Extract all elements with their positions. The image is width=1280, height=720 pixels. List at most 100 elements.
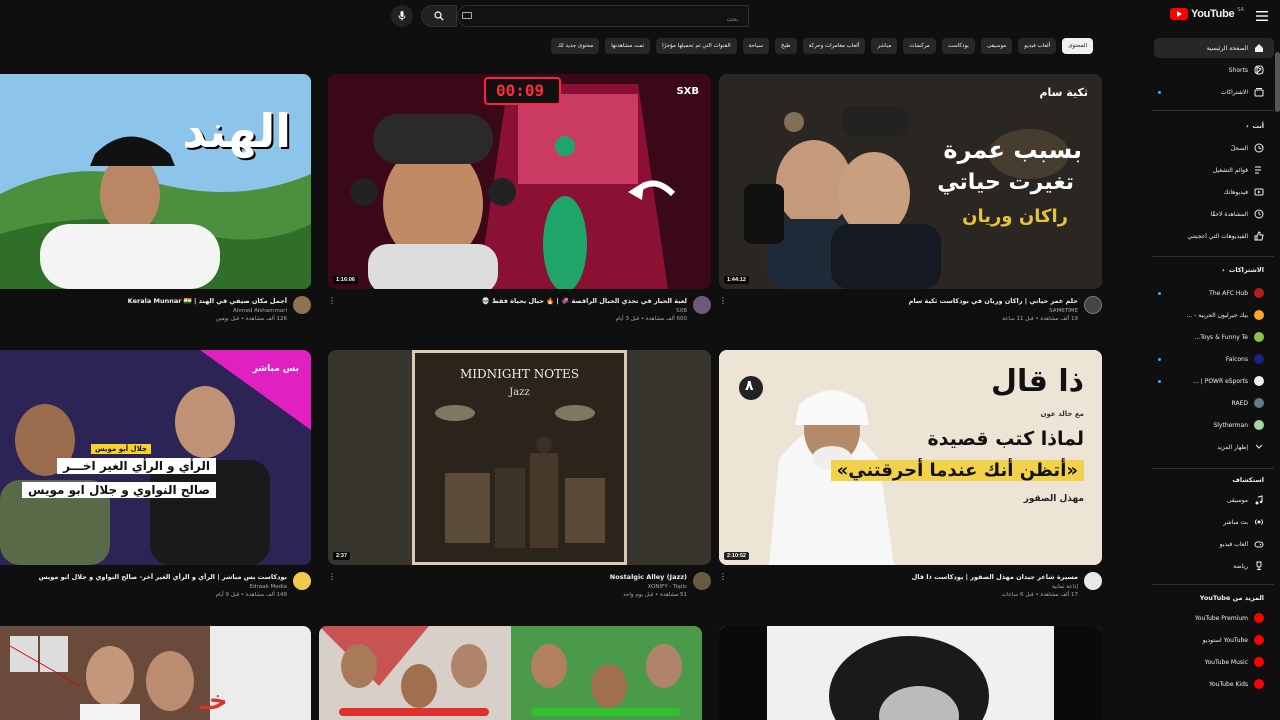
thumb-line-1: الرأي و الرأي الغير اخـــر [57, 458, 216, 474]
sidebar-scrollbar[interactable] [1275, 52, 1280, 112]
search-button[interactable] [421, 5, 457, 27]
video-duration: 1:44:12 [724, 276, 749, 284]
sidebar-item-subscription[interactable]: Toys & Funny Te... [1154, 327, 1274, 347]
thumbnail-group-illustration [319, 626, 702, 720]
video-thumbnail[interactable]: بسبب عمرة تغيرت حياتي راكان وريان ثكية س… [719, 74, 1102, 289]
more-actions-icon[interactable]: ⋮ [328, 296, 336, 305]
section-more-from-youtube[interactable]: المزيد من YouTube [1200, 594, 1264, 602]
voice-search-button[interactable] [391, 5, 413, 27]
sidebar-item-youtube-product[interactable]: YouTube Kids [1154, 674, 1274, 694]
sidebar-item-subscription[interactable]: Falcons [1154, 349, 1274, 369]
sidebar-item-playlist[interactable]: قوائم التشغيل [1154, 160, 1274, 180]
sidebar-item-youtube-product[interactable]: YouTube Premium [1154, 608, 1274, 628]
video-thumbnail[interactable]: خـ [0, 626, 311, 720]
filter-chip[interactable]: محتوى جديد لك [551, 38, 600, 54]
watch-later-icon [1254, 209, 1264, 219]
video-card[interactable]: MIDNIGHT NOTES Jazz 2:37 Nostalgic Alley… [328, 350, 711, 610]
channel-name[interactable]: SXB [337, 308, 687, 314]
more-actions-icon[interactable]: ⋮ [719, 572, 727, 581]
section-explore[interactable]: استكشاف [1232, 476, 1264, 484]
channel-avatar[interactable] [293, 572, 311, 590]
channel-name[interactable]: إذاعة ثمانية [728, 584, 1078, 590]
video-thumbnail[interactable]: الهند [0, 74, 311, 289]
sidebar-item-subscription[interactable]: POWR eSports | … [1154, 371, 1274, 391]
channel-avatar [1254, 354, 1264, 364]
filter-chip[interactable]: ألعاب مغامرات وحركة [802, 38, 866, 54]
video-title[interactable]: بودكاست بس مباشر | الرأي و الرأي الغير آ… [7, 573, 287, 581]
sidebar-item-subscriptions[interactable]: الاشتراكات [1154, 82, 1274, 102]
video-thumbnail[interactable] [319, 626, 702, 720]
sidebar-item-gaming[interactable]: ألعاب فيديو [1154, 534, 1274, 554]
video-card[interactable]: بس مباشر جلال أبو مويس الرأي و الرأي الغ… [0, 350, 311, 610]
channel-avatar[interactable] [693, 296, 711, 314]
video-title[interactable]: حلم عمر حياتي | راكان وريان في بودكاست ث… [728, 297, 1078, 305]
thumb-timer: 00:09 [496, 81, 545, 100]
filter-chip[interactable]: مباشر [871, 38, 898, 54]
sidebar-item-your-videos[interactable]: فيديوهاتك [1154, 182, 1274, 202]
filter-chip[interactable]: طبخ [774, 38, 797, 54]
sidebar-item-youtube-product[interactable]: YouTube Music [1154, 652, 1274, 672]
guide-menu-button[interactable] [1250, 4, 1274, 28]
microphone-icon [398, 11, 406, 21]
sidebar-item-subscription[interactable]: بيك جيرليون الحربية - … [1154, 305, 1274, 325]
channel-name[interactable]: SAM6TIME [728, 308, 1078, 314]
search-icon [434, 11, 444, 21]
video-thumbnail[interactable] [719, 626, 1102, 720]
sidebar-item-home[interactable]: الصفحة الرئيسية [1154, 38, 1274, 58]
filter-chip[interactable]: مركسات [903, 38, 936, 54]
sidebar-item-like[interactable]: الفيديوهات التي أعجبتني [1154, 226, 1274, 246]
video-card[interactable]: بسبب عمرة تغيرت حياتي راكان وريان ثكية س… [719, 74, 1102, 334]
show-more-button[interactable]: إظهار المزيد [1154, 437, 1274, 457]
sidebar-item-sports[interactable]: رياضة [1154, 556, 1274, 576]
filter-chip[interactable]: المحتوى [1062, 38, 1093, 54]
channel-avatar [1254, 420, 1264, 430]
channel-avatar[interactable] [1084, 572, 1102, 590]
video-thumbnail[interactable]: بس مباشر جلال أبو مويس الرأي و الرأي الغ… [0, 350, 311, 565]
sidebar-item-subscription[interactable]: Slytherman [1154, 415, 1274, 435]
channel-avatar[interactable] [693, 572, 711, 590]
video-card[interactable] [719, 626, 1102, 720]
channel-avatar[interactable] [1084, 296, 1102, 314]
video-card[interactable]: ٨ ذا قال مع خالد عون لماذا كتب قصيدة «أت… [719, 350, 1102, 610]
video-card[interactable]: خـ [0, 626, 311, 720]
video-thumbnail[interactable]: 00:09 SXB 1:16:06 [328, 74, 711, 289]
channel-name[interactable]: Edraak Media [7, 584, 287, 590]
sidebar-item-label: Toys & Funny Te... [1194, 333, 1248, 341]
video-thumbnail[interactable]: ٨ ذا قال مع خالد عون لماذا كتب قصيدة «أت… [719, 350, 1102, 565]
video-meta: بودكاست بس مباشر | الرأي و الرأي الغير آ… [7, 573, 287, 598]
video-title[interactable]: مسيرة شاعر جيدان مهذل الصقور | بودكاست ذ… [728, 573, 1078, 581]
chevron-icon: › [1245, 122, 1249, 130]
sidebar-item-live[interactable]: بث مباشر [1154, 512, 1274, 532]
channel-name[interactable]: XONIFY - Topic [337, 584, 687, 590]
more-actions-icon[interactable]: ⋮ [328, 572, 336, 581]
channel-avatar[interactable] [293, 296, 311, 314]
sidebar-item-watch-later[interactable]: المشاهدة لاحقًا [1154, 204, 1274, 224]
sidebar-item-shorts[interactable]: Shorts [1154, 60, 1274, 80]
video-title[interactable]: لعبة الحبار في تحدي الحبال الراقصة 🦑 | 🔥… [337, 297, 687, 305]
section-subscriptions[interactable]: الاشتراكات › [1222, 266, 1264, 274]
filter-chip[interactable]: ألعاب فيديو [1018, 38, 1057, 54]
filter-chip[interactable]: بودكاست [941, 38, 975, 54]
more-actions-icon[interactable]: ⋮ [719, 296, 727, 305]
sidebar-item-youtube-product[interactable]: YouTube استوديو [1154, 630, 1274, 650]
video-card[interactable] [319, 626, 702, 720]
sidebar-item-music[interactable]: موسيقى [1154, 490, 1274, 510]
youtube-logo[interactable]: YouTube SA [1169, 7, 1244, 20]
channel-name[interactable]: Ahmed Alshammari [7, 308, 287, 314]
search-input[interactable] [458, 9, 748, 30]
filter-chip[interactable]: موسيقى [980, 38, 1013, 54]
video-card[interactable]: الهند أجمل مكان صيفي في الهند | Kerala M… [0, 74, 311, 334]
video-card[interactable]: 00:09 SXB 1:16:06 لعبة الحبار في تحدي ال… [328, 74, 711, 334]
video-title[interactable]: Nostalgic Alley (Jazz) [337, 573, 687, 581]
sidebar-item-subscription[interactable]: RAED [1154, 393, 1274, 413]
filter-chip[interactable]: سياحة [742, 38, 769, 54]
thumb-name: راكان وريان [962, 206, 1068, 227]
filter-chip[interactable]: القنوات التي تم تحميلها مؤخرًا [656, 38, 737, 54]
video-thumbnail[interactable]: MIDNIGHT NOTES Jazz 2:37 [328, 350, 711, 565]
keyboard-icon[interactable] [462, 12, 472, 19]
filter-chip[interactable]: تمت مشاهدتها [605, 38, 651, 54]
section-you[interactable]: أنت › [1246, 122, 1264, 130]
video-title[interactable]: أجمل مكان صيفي في الهند | Kerala Munnar … [7, 297, 287, 305]
sidebar-item-subscription[interactable]: The AFC Hub [1154, 283, 1274, 303]
sidebar-item-history[interactable]: السجلّ [1154, 138, 1274, 158]
